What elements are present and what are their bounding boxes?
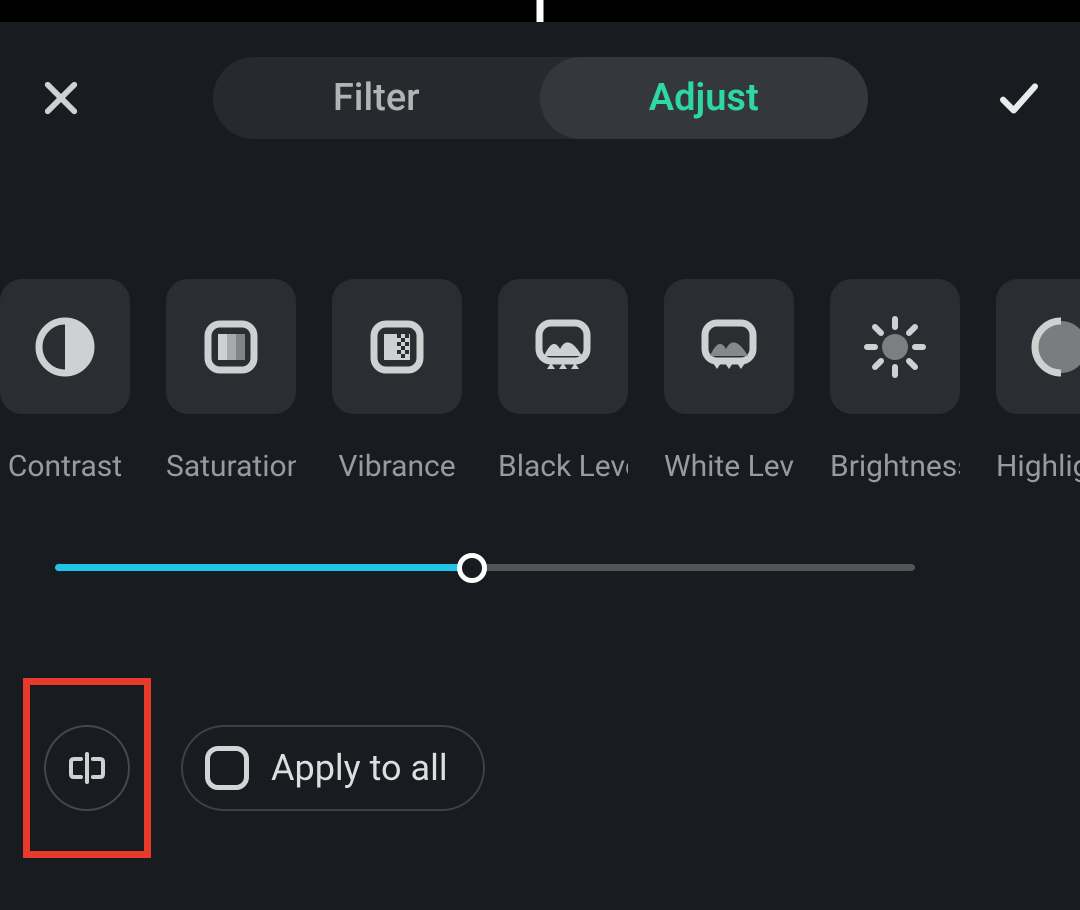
white-level-tile	[664, 279, 794, 414]
check-icon	[996, 72, 1042, 124]
black-level-icon	[527, 311, 599, 383]
contrast-icon	[32, 314, 98, 380]
apply-to-all-button[interactable]: Apply to all	[181, 725, 485, 811]
adjust-item-vibrance[interactable]: Vibrance	[332, 279, 462, 484]
vibrance-icon	[364, 314, 430, 380]
adjust-label-highlights: Highlights	[996, 449, 1080, 484]
bottom-controls: Apply to all	[23, 678, 485, 858]
adjust-label-white-level: White Level	[664, 449, 794, 484]
adjust-item-saturation[interactable]: Saturation	[166, 279, 296, 484]
brightness-icon	[859, 311, 931, 383]
adjust-item-contrast[interactable]: Contrast	[0, 279, 130, 484]
black-level-tile	[498, 279, 628, 414]
brightness-tile	[830, 279, 960, 414]
adjust-label-black-level: Black Level	[498, 449, 628, 484]
adjustment-slider[interactable]	[55, 564, 915, 571]
adjust-label-vibrance: Vibrance	[338, 449, 455, 484]
playhead-marker[interactable]	[537, 0, 544, 22]
apply-to-all-label: Apply to all	[271, 747, 448, 789]
saturation-icon	[198, 314, 264, 380]
header-bar: Filter Adjust	[0, 22, 1080, 139]
contrast-tile	[0, 279, 130, 414]
slider-fill	[55, 564, 472, 571]
adjust-item-black-level[interactable]: Black Level	[498, 279, 628, 484]
compare-icon	[66, 747, 108, 789]
vibrance-tile	[332, 279, 462, 414]
highlights-icon	[1028, 314, 1080, 380]
annotation-highlight-box	[23, 678, 151, 858]
confirm-button[interactable]	[996, 75, 1042, 121]
adjust-label-saturation: Saturation	[166, 449, 296, 484]
slider-container	[0, 564, 1080, 571]
close-icon	[42, 79, 80, 117]
preview-timeline-bar	[0, 0, 1080, 22]
white-level-icon	[693, 311, 765, 383]
tab-adjust[interactable]: Adjust	[540, 57, 868, 139]
apply-to-all-checkbox[interactable]	[205, 746, 249, 790]
adjustment-list[interactable]: Contrast Saturation Vibrance Black Level	[0, 279, 1080, 484]
adjust-label-brightness: Brightness	[830, 449, 960, 484]
adjust-item-highlights[interactable]: Highlights	[996, 279, 1080, 484]
compare-button[interactable]	[44, 725, 130, 811]
highlights-tile	[996, 279, 1080, 414]
close-button[interactable]	[38, 75, 84, 121]
adjust-item-brightness[interactable]: Brightness	[830, 279, 960, 484]
tab-filter[interactable]: Filter	[213, 57, 541, 139]
adjust-item-white-level[interactable]: White Level	[664, 279, 794, 484]
saturation-tile	[166, 279, 296, 414]
adjust-label-contrast: Contrast	[8, 449, 122, 484]
tab-switcher: Filter Adjust	[213, 57, 868, 139]
slider-thumb[interactable]	[457, 553, 487, 583]
